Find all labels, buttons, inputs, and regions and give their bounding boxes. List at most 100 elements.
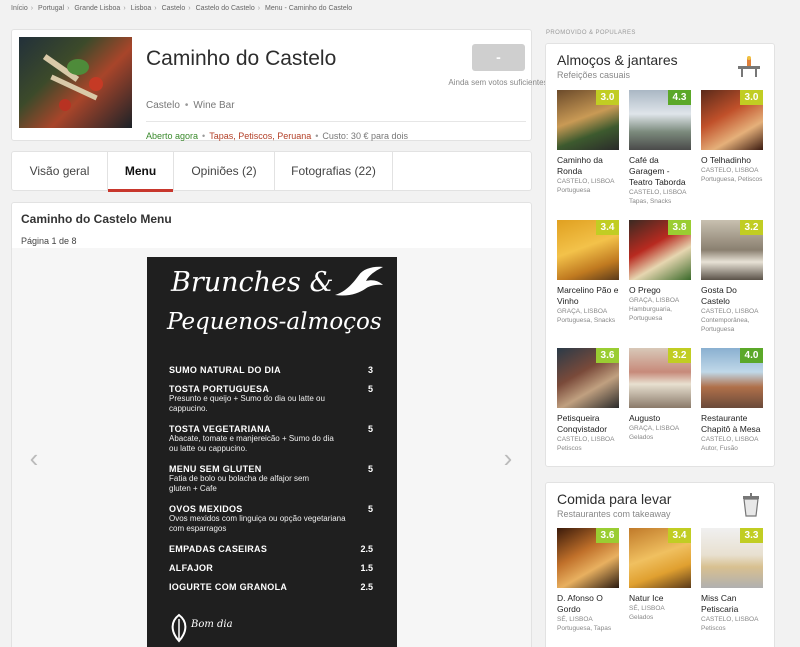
restaurant-thumbnail[interactable]: 3.6 [557,528,619,588]
cost-text: Custo: 30 € para dois [322,131,408,141]
menu-item: ALFAJOR 1.5 [169,563,373,573]
logo-text: Bom dia [191,619,233,630]
rating-badge: 4.0 [740,348,763,363]
restaurant-card-location: CASTELO, LISBOA [557,178,615,185]
restaurant-card-name[interactable]: Marcelino Pão e Vinho [557,285,621,307]
restaurant-card-location: CASTELO, LISBOA [557,436,615,443]
restaurant-card-location: SÉ, LISBOA [557,616,593,623]
tab-photos[interactable]: Fotografias (22) [275,152,393,191]
restaurant-card[interactable]: 3.3 Miss Can Petiscaria CASTELO, LISBOA Pet… [701,528,765,633]
swallow-icon [335,266,383,296]
menu-item: IOGURTE COM GRANOLA 2.5 [169,582,373,592]
tab-bar: Visão geral Menu Opiniões (2) Fotografia… [11,151,532,192]
menu-viewer: ‹ › Brunches & Pequenos-almoços SUMO NAT… [12,248,531,647]
restaurant-card-name[interactable]: Caminho da Ronda [557,155,621,177]
restaurant-card-location: CASTELO, LISBOA [701,167,759,174]
restaurant-card[interactable]: 3.2 Gosta Do Castelo CASTELO, LISBOA Contem… [701,220,765,334]
breadcrumb-link[interactable]: Início [11,5,28,12]
restaurant-card-tags: Hamburguaria, Portuguesa [629,306,672,322]
tab-overview[interactable]: Visão geral [12,152,108,191]
restaurant-card-name[interactable]: Petisqueira Conqvistador [557,413,621,435]
menu-page-image[interactable]: Brunches & Pequenos-almoços SUMO NATURAL… [147,257,397,647]
restaurant-card-location: GRAÇA, LISBOA [557,308,608,315]
area-link[interactable]: Castelo [146,100,180,111]
restaurant-card-name[interactable]: Gosta Do Castelo [701,285,765,307]
restaurant-thumbnail[interactable]: 3.2 [629,348,691,408]
restaurant-thumbnail[interactable]: 3.3 [701,528,763,588]
tab-reviews[interactable]: Opiniões (2) [174,152,275,191]
menu-heading: Pequenos-almoços [167,309,382,335]
restaurant-thumbnail[interactable]: 3.8 [629,220,691,280]
restaurant-card-tags: Petiscos [701,625,726,632]
restaurant-card-location: CASTELO, LISBOA [701,436,759,443]
restaurant-card-location: GRAÇA, LISBOA [629,297,680,304]
restaurant-photo[interactable] [19,37,132,128]
restaurant-card-name[interactable]: Natur Ice [629,593,693,604]
restaurant-card-name[interactable]: Restaurante Chapitô à Mesa [701,413,765,435]
promo-label: PROMOVIDO & POPULARES [546,30,636,36]
takeaway-cup-icon [743,493,759,517]
tab-menu[interactable]: Menu [108,152,174,192]
restaurant-card-location: SÉ, LISBOA [629,605,665,612]
restaurant-thumbnail[interactable]: 3.4 [557,220,619,280]
cuisine-links[interactable]: Tapas, Petiscos, Peruana [209,131,311,141]
rating-badge: 3.2 [668,348,691,363]
restaurant-subtitle: Castelo • Wine Bar [146,100,235,111]
restaurant-card-name[interactable]: D. Afonso O Gordo [557,593,621,615]
restaurant-card[interactable]: 4.3 Café da Garagem - Teatro Taborda CASTE… [629,90,693,206]
restaurant-thumbnail[interactable]: 3.0 [557,90,619,150]
restaurant-card[interactable]: 3.2 Augusto GRAÇA, LISBOA Gelados [629,348,693,442]
restaurant-thumbnail[interactable]: 3.0 [701,90,763,150]
restaurant-thumbnail[interactable]: 3.6 [557,348,619,408]
menu-title: Caminho do Castelo Menu [21,212,172,226]
section-card: Almoços & jantares Refeições casuais 3.0… [545,43,775,467]
breadcrumb-link[interactable]: Portugal [38,5,64,12]
restaurant-card[interactable]: 3.4 Marcelino Pão e Vinho GRAÇA, LISBOA Por… [557,220,621,325]
restaurant-card[interactable]: 4.0 Restaurante Chapitô à Mesa CASTELO, LI… [701,348,765,453]
menu-item: TOSTA VEGETARIANA 5 Abacate, tomate e man… [169,424,373,453]
dining-table-icon [738,56,760,77]
restaurant-card-name[interactable]: O Telhadinho [701,155,765,166]
restaurant-card[interactable]: 3.6 D. Afonso O Gordo SÉ, LISBOA Portuguesa… [557,528,621,633]
restaurant-card-name[interactable]: O Prego [629,285,693,296]
restaurant-thumbnail[interactable]: 3.2 [701,220,763,280]
restaurant-thumbnail[interactable]: 3.4 [629,528,691,588]
next-page-button[interactable]: › [500,445,516,471]
restaurant-card[interactable]: 3.6 Petisqueira Conqvistador CASTELO, LISB… [557,348,621,453]
restaurant-card-name[interactable]: Café da Garagem - Teatro Taborda [629,155,693,188]
breadcrumb-link[interactable]: Castelo do Castelo [196,5,255,12]
menu-item: SUMO NATURAL DO DIA 3 [169,365,373,375]
status-line: Aberto agora • Tapas, Petiscos, Peruana • Cu… [146,131,408,141]
restaurant-card-tags: Portuguesa, Snacks [557,317,616,324]
rating-badge: 3.4 [596,220,619,235]
restaurant-card[interactable]: 3.0 O Telhadinho CASTELO, LISBOA Portuguesa… [701,90,765,184]
restaurant-name: Caminho do Castelo [146,47,337,70]
restaurant-card-tags: Portuguesa, Tapas [557,625,612,632]
restaurant-card-tags: Gelados [629,434,654,441]
rating-badge: - [472,44,525,71]
menu-item: EMPADAS CASEIRAS 2.5 [169,544,373,554]
restaurant-card-name[interactable]: Miss Can Petiscaria [701,593,765,615]
section-title[interactable]: Comida para levar [557,491,671,507]
type-link[interactable]: Wine Bar [193,100,234,111]
section-title[interactable]: Almoços & jantares [557,52,678,68]
restaurant-card-tags: Autor, Fusão [701,445,738,452]
restaurant-card-tags: Tapas, Snacks [629,198,672,205]
restaurant-card[interactable]: 3.0 Caminho da Ronda CASTELO, LISBOA Portug… [557,90,621,195]
breadcrumb-link[interactable]: Grande Lisboa [74,5,120,12]
restaurant-card[interactable]: 3.8 O Prego GRAÇA, LISBOA Hamburguaria, Por… [629,220,693,323]
breadcrumb-link[interactable]: Castelo [162,5,186,12]
restaurant-card-name[interactable]: Augusto [629,413,693,424]
restaurant-card[interactable]: 3.4 Natur Ice SÉ, LISBOA Gelados [629,528,693,622]
restaurant-card-tags: Contemporânea, Portuguesa [701,317,750,333]
breadcrumb-link[interactable]: Lisboa [131,5,152,12]
section-card: Comida para levar Restaurantes com takea… [545,482,775,647]
menu-item: MENU SEM GLUTEN 5 Fatia de bolo ou bolach… [169,464,373,493]
restaurant-thumbnail[interactable]: 4.3 [629,90,691,150]
restaurant-card-tags: Portuguesa, Petiscos [701,176,763,183]
prev-page-button[interactable]: ‹ [26,445,42,471]
restaurant-card-location: CASTELO, LISBOA [629,189,687,196]
section-subtitle: Refeições casuais [557,70,631,80]
restaurant-thumbnail[interactable]: 4.0 [701,348,763,408]
restaurant-card-tags: Petiscos [557,445,582,452]
